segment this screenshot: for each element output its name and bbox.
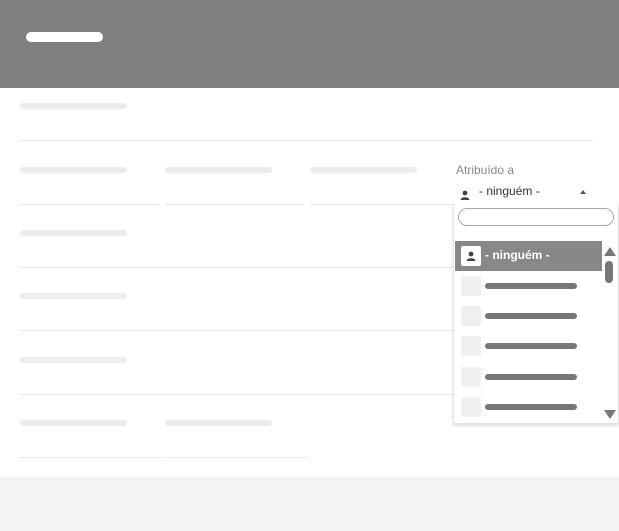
text-placeholder [165, 167, 272, 173]
scroll-up-arrow-icon[interactable] [604, 247, 616, 256]
user-icon [466, 251, 476, 261]
option-name-placeholder [485, 374, 577, 380]
field-underline [20, 204, 159, 205]
caret-up-icon [580, 190, 586, 194]
text-placeholder [165, 420, 272, 426]
row-divider [20, 140, 593, 141]
text-placeholder [20, 357, 127, 363]
option-user[interactable] [455, 331, 602, 361]
option-name-placeholder [485, 404, 577, 410]
text-placeholder [20, 167, 127, 173]
option-user[interactable] [455, 271, 602, 301]
option-nobody[interactable]: - ninguém - [455, 241, 602, 271]
text-placeholder [20, 103, 127, 109]
avatar [461, 367, 481, 387]
row-divider [20, 267, 453, 268]
header-title-placeholder [26, 32, 103, 42]
app-header [0, 0, 619, 88]
option-name-placeholder [485, 313, 577, 319]
option-label: - ninguém - [485, 248, 550, 262]
assignee-select[interactable]: - ninguém - [455, 181, 591, 203]
avatar [461, 276, 481, 296]
option-name-placeholder [485, 283, 577, 289]
assignee-selected-value: - ninguém - [479, 184, 540, 198]
option-user[interactable] [455, 392, 602, 422]
assignee-search-input[interactable] [458, 208, 614, 226]
scroll-down-arrow-icon[interactable] [604, 410, 616, 419]
assignee-label: Atribuído a [456, 163, 515, 177]
text-placeholder [20, 293, 127, 299]
assignee-dropdown: - ninguém - [453, 204, 619, 424]
text-placeholder [310, 167, 417, 173]
dropdown-scrollbar[interactable] [603, 244, 617, 422]
field-underline [165, 204, 304, 205]
option-name-placeholder [485, 343, 577, 349]
row-divider [20, 330, 453, 331]
text-placeholder [20, 230, 127, 236]
avatar [461, 306, 481, 326]
option-user[interactable] [455, 301, 602, 331]
avatar [461, 246, 481, 266]
field-underline [165, 457, 307, 458]
text-placeholder [20, 420, 127, 426]
user-icon [460, 187, 470, 200]
field-underline [20, 457, 161, 458]
footer [0, 477, 619, 531]
avatar [461, 397, 481, 417]
field-underline [310, 204, 453, 205]
option-user[interactable] [455, 362, 602, 392]
row-divider [20, 394, 453, 395]
scroll-thumb[interactable] [605, 261, 613, 283]
avatar [461, 336, 481, 356]
